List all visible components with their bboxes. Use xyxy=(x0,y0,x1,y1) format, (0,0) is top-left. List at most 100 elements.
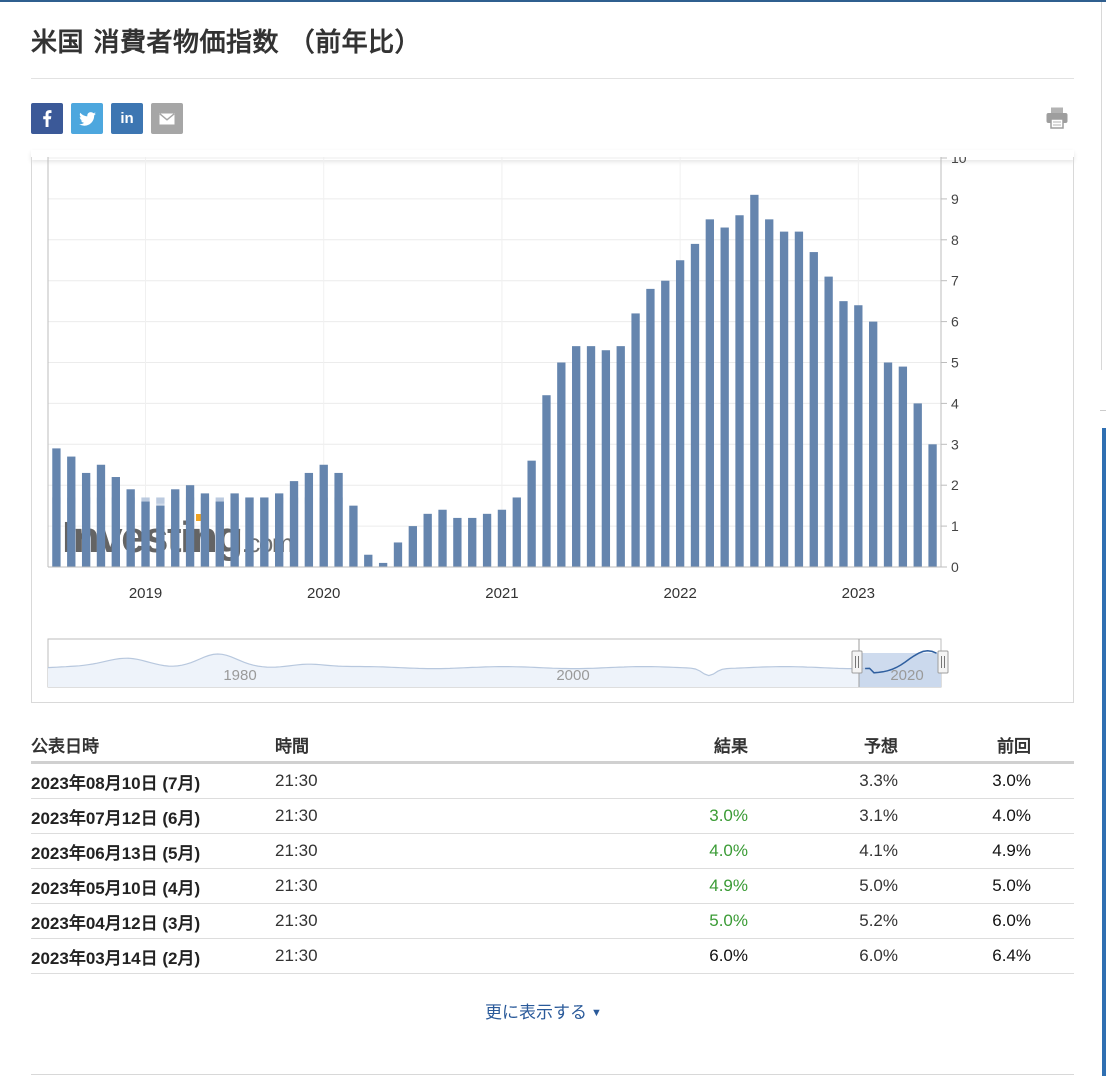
chart-bar xyxy=(378,562,388,567)
chart-bar xyxy=(557,362,566,567)
chart-bar xyxy=(631,313,640,567)
chart-bar xyxy=(111,477,120,567)
chart-bar xyxy=(616,346,625,567)
release-date-cell: 2023年06月13日 (5月) xyxy=(31,833,275,869)
chart-bar xyxy=(52,448,61,567)
y-tick-label: 5 xyxy=(951,355,959,371)
chart-bar xyxy=(215,501,224,567)
y-tick-label: 4 xyxy=(951,395,959,411)
chart-bar xyxy=(690,243,700,567)
chart-bar xyxy=(824,276,833,567)
forecast-cell: 5.0% xyxy=(748,868,898,904)
chart-bar xyxy=(794,231,804,567)
chart-bar xyxy=(779,231,789,567)
print-button[interactable] xyxy=(1045,106,1069,130)
chart-bar xyxy=(438,509,447,567)
y-tick-label: 10 xyxy=(951,157,967,166)
page-title: 米国 消費者物価指数 （前年比） xyxy=(31,28,422,58)
watermark-layer: Investing.com xyxy=(49,497,350,567)
chart-bar xyxy=(913,403,922,567)
chart-bar xyxy=(675,260,685,567)
chart-container[interactable]: Investing.com 0 1 2 3 4 5 6 7 8 9 10 2019 2020 2021 20… xyxy=(31,157,1074,703)
chart-bar xyxy=(81,472,91,567)
chart-bar xyxy=(720,227,729,567)
chart-bar xyxy=(586,346,596,567)
handle-body xyxy=(851,650,863,674)
show-more-link[interactable]: 更に表示する ▼ xyxy=(485,998,602,1023)
twitter-icon xyxy=(78,111,96,126)
chart-bar xyxy=(67,456,76,567)
header-spacer xyxy=(1031,727,1074,764)
chart-bar xyxy=(245,497,254,567)
chart-bar xyxy=(705,219,714,567)
linkedin-icon: in xyxy=(120,110,134,127)
chart-bar xyxy=(319,464,328,567)
print-icon xyxy=(1046,107,1068,129)
forecast-cell: 3.3% xyxy=(748,762,898,799)
time-cell: 21:30 xyxy=(275,938,575,974)
chart-bar xyxy=(126,489,135,567)
show-more-label: 更に表示する xyxy=(485,1003,587,1022)
chart-bar xyxy=(408,526,417,567)
time-cell: 21:30 xyxy=(275,868,575,904)
y-tick-label: 0 xyxy=(951,559,959,575)
handle-body xyxy=(937,650,949,674)
y-tick-label: 2 xyxy=(951,477,959,493)
actual-cell: 6.0% xyxy=(575,938,748,974)
actual-cell: 3.0% xyxy=(575,798,748,834)
chart-bar xyxy=(750,194,759,567)
table-row: 2023年08月10日 (7月) 21:30 3.3% 3.0% xyxy=(31,762,1074,799)
navigator-label: 2020 xyxy=(890,667,923,684)
x-tick-label: 2023 xyxy=(842,585,875,602)
chart-bar xyxy=(171,489,180,567)
chart-bar xyxy=(200,493,210,567)
linkedin-share-button[interactable]: in xyxy=(111,103,143,134)
chart-bar xyxy=(512,497,521,567)
time-cell: 21:30 xyxy=(275,762,575,799)
chart-bar xyxy=(230,493,239,567)
chart-bar xyxy=(497,509,507,567)
chart-bar xyxy=(898,366,908,567)
x-tick-label: 2019 xyxy=(129,585,162,602)
chart-bar xyxy=(96,464,106,567)
right-rail-divider xyxy=(1101,2,1102,370)
release-date-cell: 2023年04月12日 (3月) xyxy=(31,903,275,939)
previous-cell: 4.9% xyxy=(898,833,1031,869)
y-tick-label: 7 xyxy=(951,273,959,289)
chart-bar xyxy=(765,219,774,567)
right-rail-tick xyxy=(1100,410,1106,411)
twitter-share-button[interactable] xyxy=(71,103,103,134)
chart-bar xyxy=(883,362,893,567)
navigator-label: 1980 xyxy=(223,667,256,684)
facebook-share-button[interactable] xyxy=(31,103,63,134)
top-border xyxy=(0,0,1106,2)
table-row: 2023年05月10日 (4月) 21:30 4.9% 5.0% 5.0% xyxy=(31,868,1074,904)
y-tick-label: 1 xyxy=(951,518,959,534)
chart-bar xyxy=(839,301,848,567)
forecast-cell: 3.1% xyxy=(748,798,898,834)
navigator-handle-left[interactable] xyxy=(851,650,863,674)
email-share-button[interactable] xyxy=(151,103,183,134)
right-rail-scroll-indicator xyxy=(1102,428,1106,1076)
chart-bar xyxy=(423,513,432,567)
navigator-handle-right[interactable] xyxy=(937,650,949,674)
release-date-cell: 2023年07月12日 (6月) xyxy=(31,798,275,834)
bottom-divider xyxy=(31,1074,1074,1075)
email-icon xyxy=(159,112,175,124)
previous-cell: 3.0% xyxy=(898,762,1031,799)
chart-bar xyxy=(735,215,744,567)
actual-cell: 5.0% xyxy=(575,903,748,939)
chart-bar xyxy=(482,513,492,567)
header-release-date: 公表日時 xyxy=(31,727,275,764)
chart-bar xyxy=(260,497,269,567)
chart-bar xyxy=(468,517,477,567)
title-divider xyxy=(31,78,1074,79)
chart-bar xyxy=(854,305,863,567)
navigator-label: 2000 xyxy=(556,667,589,684)
release-date-cell: 2023年08月10日 (7月) xyxy=(31,762,275,799)
header-forecast: 予想 xyxy=(748,727,898,764)
chart-bar xyxy=(527,460,536,567)
actual-cell xyxy=(575,762,748,799)
chart-bar xyxy=(809,252,818,567)
chart-bar xyxy=(156,505,165,567)
